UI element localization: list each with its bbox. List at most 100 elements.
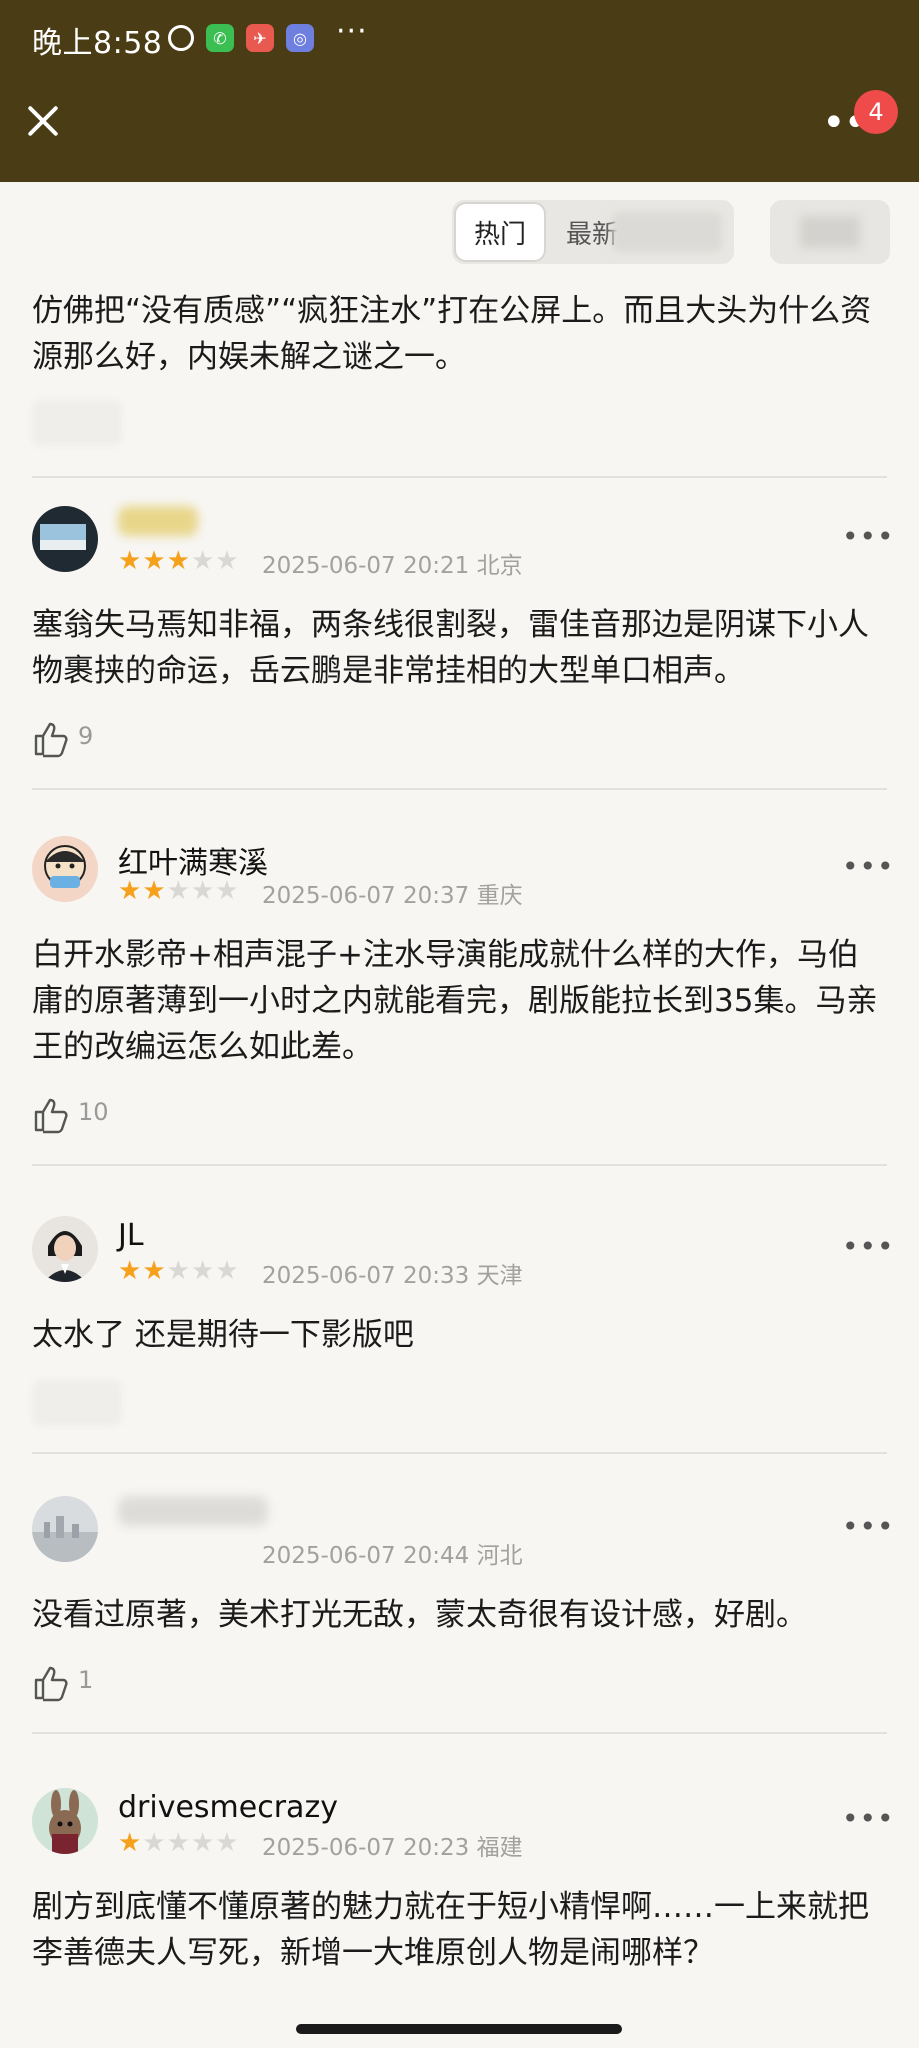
like-row: 9: [0, 716, 919, 766]
comment-meta: 2025-06-07 20:37 重庆: [262, 876, 523, 910]
status-icons: ✆ ✈ ◎: [168, 24, 314, 52]
comment-more-button[interactable]: •••: [842, 1510, 895, 1543]
comment-datetime: 2025-06-07 20:23: [262, 1835, 470, 1861]
star-empty-icon: ★: [215, 1828, 239, 1858]
username[interactable]: JL: [118, 1218, 144, 1253]
star-empty-icon: ★: [190, 546, 215, 576]
comment-meta: 2025-06-07 20:21 北京: [262, 546, 523, 580]
username[interactable]: drivesmecrazy: [118, 1790, 338, 1825]
username-blurred: [118, 506, 198, 536]
comment-item: drivesmecrazy ★ ★ ★ ★ ★ 2025-06-07 20:23 福建 …: [0, 1780, 919, 1976]
comment-text: 太水了 还是期待一下影版吧: [32, 1317, 414, 1353]
comment-location: 北京: [476, 553, 523, 579]
star-empty-icon: ★: [215, 1256, 239, 1286]
like-button[interactable]: [32, 400, 122, 446]
comment-text: 白开水影帝+相声混子+注水导演能成就什么样的大作，马伯庸的原著薄到一小时之内就能…: [32, 937, 878, 1065]
thumbs-up-icon[interactable]: [32, 1662, 72, 1702]
like-count: 9: [78, 722, 94, 750]
star-filled-icon: ★: [142, 1256, 166, 1286]
star-empty-icon: ★: [142, 1828, 166, 1858]
star-empty-icon: ★: [190, 1256, 215, 1286]
comment-more-button[interactable]: •••: [842, 1802, 895, 1835]
like-row: 1: [0, 1660, 919, 1710]
wechat-icon: ✆: [206, 24, 234, 52]
comment-datetime: 2025-06-07 20:44: [262, 1543, 470, 1569]
username-blurred: [118, 1496, 268, 1526]
sort-segmented-control: 热门 最新: [452, 200, 734, 264]
comment-meta: 2025-06-07 20:23 福建: [262, 1828, 523, 1862]
avatar[interactable]: [32, 1216, 98, 1282]
star-filled-icon: ★: [142, 876, 166, 906]
star-empty-icon: ★: [215, 546, 239, 576]
like-button[interactable]: [32, 1380, 122, 1426]
star-empty-icon: ★: [166, 1828, 190, 1858]
comment-item: ★ ★ ★ ★ ★ 2025-06-07 20:21 北京 ••• 塞翁失马焉知非福，两…: [0, 498, 919, 790]
comment-location: 天津: [476, 1263, 523, 1289]
star-empty-icon: ★: [215, 876, 239, 906]
tab-new[interactable]: 最新: [566, 202, 618, 262]
star-rating: ★ ★ ★ ★ ★: [118, 548, 240, 574]
comment-more-button[interactable]: •••: [842, 1230, 895, 1263]
star-rating: ★ ★ ★ ★ ★: [118, 878, 240, 904]
app-icon: ◎: [286, 24, 314, 52]
comment-text: 没看过原著，美术打光无敌，蒙太奇很有设计感，好剧。: [32, 1597, 807, 1633]
clock-icon: [168, 25, 194, 51]
comment-datetime: 2025-06-07 20:21: [262, 553, 470, 579]
comment-meta: 2025-06-07 20:33 天津: [262, 1256, 523, 1290]
comment-item: JL ★ ★ ★ ★ ★ 2025-06-07 20:33 天津 ••• 太水了 还是期…: [0, 1208, 919, 1454]
divider: [32, 1164, 887, 1166]
comment-location: 河北: [476, 1543, 523, 1569]
star-filled-icon: ★: [142, 546, 166, 576]
comment-datetime: 2025-06-07 20:37: [262, 883, 470, 909]
tab-hot[interactable]: 热门: [454, 202, 546, 262]
star-filled-icon: ★: [166, 546, 190, 576]
comment-more-button[interactable]: •••: [842, 520, 895, 553]
comment-location: 重庆: [476, 883, 523, 909]
close-button[interactable]: [18, 96, 68, 146]
comment-text: 仿佛把“没有质感”“疯狂注水”打在公屏上。而且大头为什么资源那么好，内娱未解之谜…: [32, 293, 872, 375]
star-empty-icon: ★: [190, 1828, 215, 1858]
comment-location: 福建: [476, 1835, 523, 1861]
message-app-icon: ✈: [246, 24, 274, 52]
like-count: 10: [78, 1098, 109, 1126]
like-count: 1: [78, 1666, 94, 1694]
comment-text: 剧方到底懂不懂原著的魅力就在于短小精悍啊……一上来就把李善德夫人写死，新增一大堆…: [32, 1889, 869, 1971]
divider: [32, 1452, 887, 1454]
comment-text: 塞翁失马焉知非福，两条线很割裂，雷佳音那边是阴谋下小人物裹挟的命运，岳云鹏是非常…: [32, 607, 869, 689]
status-bar: 晚上8:58 ✆ ✈ ◎ ···: [0, 0, 919, 74]
like-row: [0, 1380, 919, 1430]
status-time: 晚上8:58: [32, 26, 163, 61]
status-more-icon: ···: [336, 14, 368, 49]
filter-button[interactable]: [770, 200, 890, 264]
title-bar: •• 4: [0, 74, 919, 182]
divider: [32, 476, 887, 478]
avatar[interactable]: [32, 1788, 98, 1854]
comment-datetime: 2025-06-07 20:33: [262, 1263, 470, 1289]
divider: [32, 788, 887, 790]
home-indicator[interactable]: [296, 2024, 622, 2034]
comment-item: 红叶满寒溪 ★ ★ ★ ★ ★ 2025-06-07 20:37 重庆 ••• 白开水影…: [0, 828, 919, 1166]
thumbs-up-icon[interactable]: [32, 1094, 72, 1134]
sort-tabs-bar: 热门 最新: [0, 182, 919, 282]
blurred-region: [612, 212, 722, 252]
star-empty-icon: ★: [166, 1256, 190, 1286]
like-row: 10: [0, 1092, 919, 1142]
avatar[interactable]: [32, 836, 98, 902]
star-filled-icon: ★: [118, 876, 142, 906]
star-filled-icon: ★: [118, 1828, 142, 1858]
blurred-region: [800, 216, 860, 248]
avatar[interactable]: [32, 506, 98, 572]
star-rating: ★ ★ ★ ★ ★: [118, 1258, 240, 1284]
comment-more-button[interactable]: •••: [842, 850, 895, 883]
star-empty-icon: ★: [190, 876, 215, 906]
star-rating: ★ ★ ★ ★ ★: [118, 1830, 240, 1856]
star-filled-icon: ★: [118, 1256, 142, 1286]
notification-badge: 4: [854, 90, 898, 134]
star-empty-icon: ★: [166, 876, 190, 906]
comment-item: 2025-06-07 20:44 河北 ••• 没看过原著，美术打光无敌，蒙太奇…: [0, 1488, 919, 1734]
star-filled-icon: ★: [118, 546, 142, 576]
divider: [32, 1732, 887, 1734]
avatar[interactable]: [32, 1496, 98, 1562]
comment-meta: 2025-06-07 20:44 河北: [262, 1536, 523, 1570]
thumbs-up-icon[interactable]: [32, 718, 72, 758]
